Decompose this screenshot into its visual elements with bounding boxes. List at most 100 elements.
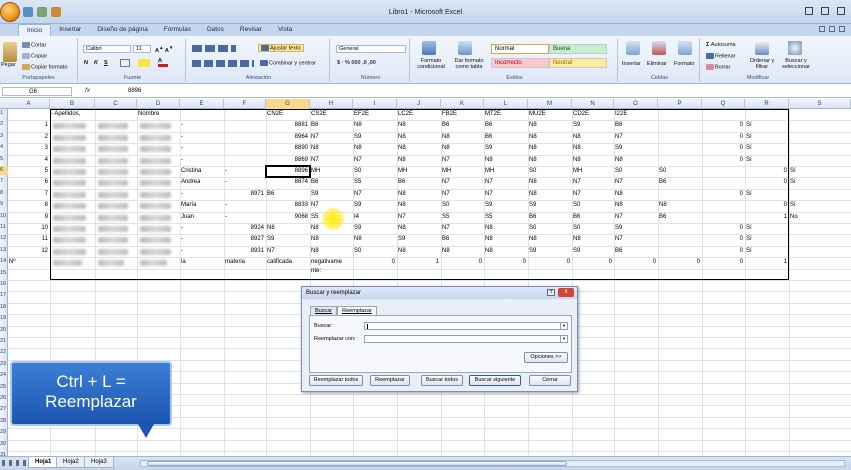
italic-button[interactable]: K <box>94 60 98 66</box>
cell-e7[interactable]: Andrea <box>181 178 223 187</box>
cell-g2[interactable]: 8881 <box>267 121 309 130</box>
column-header-i[interactable]: I <box>353 99 397 109</box>
cell-f11[interactable]: 8924 <box>225 224 265 233</box>
close-workbook-icon[interactable] <box>839 26 845 32</box>
cell-n11[interactable]: S0 <box>573 224 613 233</box>
cell-o2[interactable]: B6 <box>615 121 657 130</box>
cell-h14[interactable]: negativame nte: <box>311 258 352 276</box>
cell-q14[interactable]: 0 <box>703 258 744 267</box>
cell-f6[interactable]: - <box>225 167 265 176</box>
cell-h7[interactable]: B6 <box>311 178 352 187</box>
cell-p14[interactable]: 0 <box>659 258 701 267</box>
cell-m10[interactable]: B6 <box>529 213 571 222</box>
cell-r8[interactable]: Sí <box>746 190 788 199</box>
cell-j4[interactable]: N8 <box>398 144 440 153</box>
cell-g11[interactable]: N8 <box>267 224 309 233</box>
cell-j8[interactable]: N8 <box>398 190 440 199</box>
cell-j13[interactable]: N8 <box>398 247 440 256</box>
clear-button[interactable]: Borrar <box>706 64 730 70</box>
cell-r13[interactable]: Sí <box>746 247 788 256</box>
cell-n3[interactable]: N8 <box>573 133 613 142</box>
horizontal-align-icons[interactable] <box>192 60 254 67</box>
cell-e4[interactable]: - <box>181 144 223 153</box>
cell-m11[interactable]: S0 <box>529 224 571 233</box>
row-header-12[interactable]: 12 <box>0 234 8 243</box>
cell-k4[interactable]: N8 <box>442 144 483 153</box>
cell-h12[interactable]: N8 <box>311 235 352 244</box>
cell-e10[interactable]: Juan <box>181 213 223 222</box>
cell-g7[interactable]: 8874 <box>267 178 309 187</box>
scroll-thumb[interactable] <box>147 461 567 466</box>
cell-o12[interactable]: N7 <box>615 235 657 244</box>
column-header-s[interactable]: S <box>789 99 851 109</box>
cell-j11[interactable]: N8 <box>398 224 440 233</box>
cell-j10[interactable]: N7 <box>398 213 440 222</box>
replace-all-button[interactable]: Reemplazar todos <box>309 375 363 386</box>
cell-k5[interactable]: N7 <box>442 156 483 165</box>
cell-r7[interactable]: 0 <box>746 178 788 187</box>
row-header-9[interactable]: 9 <box>0 200 8 209</box>
cell-i3[interactable]: S9 <box>354 133 396 142</box>
cell-a13[interactable]: 12 <box>9 247 49 256</box>
cell-l3[interactable]: B6 <box>485 133 527 142</box>
sheet-tab-hoja2[interactable]: Hoja2 <box>56 457 86 468</box>
cell-a14[interactable]: Nº <box>9 258 49 267</box>
cell-k1[interactable]: FB2E <box>442 110 483 119</box>
find-select-button[interactable]: Buscar y seleccionar <box>778 58 814 70</box>
cell-i5[interactable]: N7 <box>354 156 396 165</box>
cell-k6[interactable]: MH <box>442 167 483 176</box>
cell-e3[interactable]: - <box>181 133 223 142</box>
column-header-j[interactable]: J <box>397 99 441 109</box>
cell-e12[interactable]: - <box>181 235 223 244</box>
cell-g13[interactable]: N7 <box>267 247 309 256</box>
row-header-2[interactable]: 2 <box>0 120 8 129</box>
cell-n14[interactable]: 0 <box>573 258 613 267</box>
cell-j1[interactable]: LC2E <box>398 110 440 119</box>
delete-icon[interactable] <box>652 41 666 55</box>
tab-inicio[interactable]: Inicio <box>18 24 52 36</box>
style-normal[interactable]: Normal <box>491 44 549 54</box>
dialog-close-button[interactable]: x <box>558 288 574 297</box>
cell-h6[interactable]: MH <box>311 167 352 176</box>
cell-s7[interactable]: Sí <box>790 178 850 187</box>
cell-f12[interactable]: 8927 <box>225 235 265 244</box>
cell-k10[interactable]: S5 <box>442 213 483 222</box>
cell-l9[interactable]: S9 <box>485 201 527 210</box>
cell-f10[interactable]: - <box>225 213 265 222</box>
cell-h3[interactable]: N7 <box>311 133 352 142</box>
cell-n13[interactable]: S9 <box>573 247 613 256</box>
cell-k7[interactable]: N7 <box>442 178 483 187</box>
cell-e11[interactable]: - <box>181 224 223 233</box>
row-header-20[interactable]: 20 <box>0 326 8 335</box>
cell-i6[interactable]: S0 <box>354 167 396 176</box>
cell-o5[interactable]: N8 <box>615 156 657 165</box>
cell-m7[interactable]: N8 <box>529 178 571 187</box>
column-header-o[interactable]: O <box>614 99 658 109</box>
row-header-4[interactable]: 4 <box>0 143 8 152</box>
cell-q13[interactable]: 0 <box>703 247 744 256</box>
minimize-workbook-icon[interactable] <box>819 26 825 32</box>
font-color-button[interactable]: A <box>158 58 168 67</box>
cell-k2[interactable]: B6 <box>442 121 483 130</box>
cell-l10[interactable]: S5 <box>485 213 527 222</box>
row-header-24[interactable]: 24 <box>0 371 8 380</box>
help-icon[interactable]: ? <box>547 289 555 296</box>
paste-icon[interactable] <box>3 42 17 62</box>
cell-a11[interactable]: 10 <box>9 224 49 233</box>
cell-m14[interactable]: 0 <box>529 258 571 267</box>
cell-m3[interactable]: N8 <box>529 133 571 142</box>
fill-color-button[interactable] <box>138 59 150 67</box>
row-header-28[interactable]: 28 <box>0 417 8 426</box>
fill-button[interactable]: Rellenar <box>706 53 735 59</box>
conditional-format-button[interactable]: Formato condicional <box>413 58 449 70</box>
replace-input[interactable]: ▼ <box>364 335 568 343</box>
cell-f14[interactable]: materia <box>225 258 265 267</box>
tab-buscar[interactable]: Buscar <box>310 306 338 315</box>
cell-i13[interactable]: S0 <box>354 247 396 256</box>
cell-g14[interactable]: calificada <box>267 258 309 267</box>
row-header-1[interactable]: 1 <box>0 109 8 118</box>
row-header-21[interactable]: 21 <box>0 337 8 346</box>
row-header-5[interactable]: 5 <box>0 155 8 164</box>
row-header-13[interactable]: 13 <box>0 246 8 255</box>
cell-b1[interactable]: - Apellidos, <box>51 110 94 119</box>
